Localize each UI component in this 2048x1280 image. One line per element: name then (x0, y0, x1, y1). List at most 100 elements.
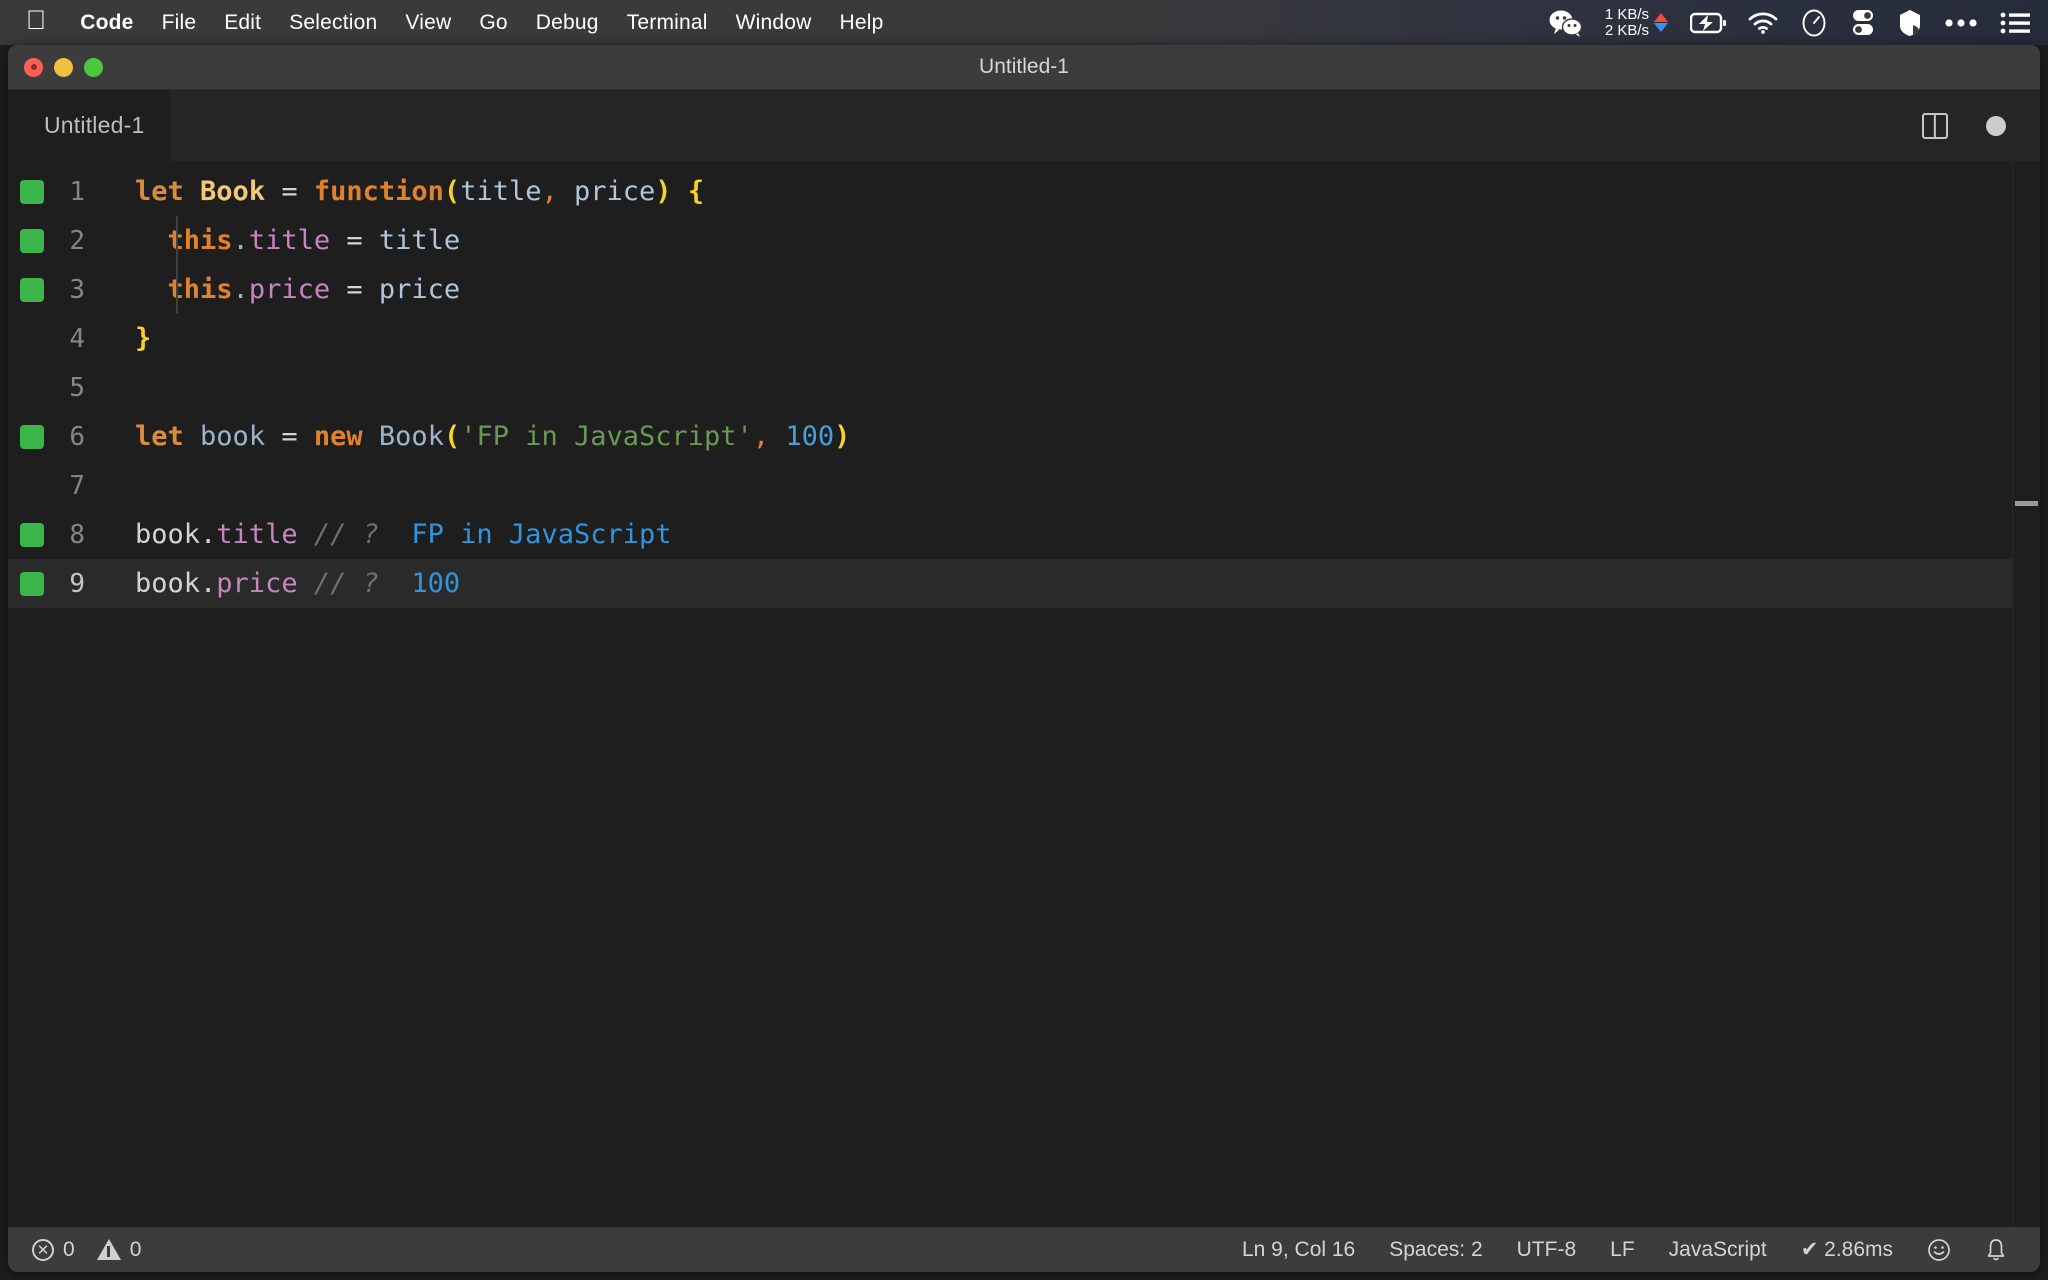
control-center-icon[interactable] (1850, 9, 1876, 37)
problems-warnings[interactable]: 0 (96, 1237, 142, 1262)
close-button[interactable] (24, 57, 43, 77)
ellipsis-icon[interactable] (1944, 18, 1978, 28)
menu-item-selection[interactable]: Selection (275, 11, 391, 35)
encoding-setting[interactable]: UTF-8 (1500, 1238, 1594, 1262)
menu-item-file[interactable]: File (148, 11, 211, 35)
code-line[interactable]: 5 (8, 363, 2040, 412)
macos-menu-bar:  CodeFileEditSelectionViewGoDebugTermin… (0, 0, 2048, 45)
cursor-position[interactable]: Ln 9, Col 16 (1225, 1238, 1372, 1262)
list-icon[interactable] (2000, 11, 2030, 35)
token: price (216, 568, 298, 599)
bell-icon[interactable] (1968, 1238, 2024, 1262)
language-mode[interactable]: JavaScript (1652, 1238, 1784, 1262)
error-circle-icon: ✕ (32, 1238, 54, 1261)
code-lines: 1 let Book = function(title, price) {2 th… (8, 161, 2040, 608)
unsaved-changes-dot[interactable] (1986, 115, 2006, 136)
tab-actions (1922, 112, 2018, 139)
code-editor[interactable]: 1 let Book = function(title, price) {2 th… (8, 161, 2040, 1227)
status-bar-right: Ln 9, Col 16 Spaces: 2 UTF-8 LF JavaScri… (1225, 1237, 2040, 1262)
token: , (752, 421, 770, 452)
gutter-change-marker[interactable] (20, 228, 44, 253)
shield-icon[interactable] (1898, 9, 1922, 37)
token: = (281, 176, 298, 207)
code-line[interactable]: 3 this.price = price (8, 265, 2040, 314)
eol-setting[interactable]: LF (1593, 1238, 1652, 1262)
problems-errors[interactable]: ✕ 0 (32, 1238, 75, 1262)
network-arrows (1654, 13, 1668, 32)
token: title (378, 225, 461, 256)
token: let (135, 176, 184, 207)
warning-count: 0 (129, 1237, 142, 1261)
token: , (541, 176, 558, 207)
indentation-setting[interactable]: Spaces: 2 (1372, 1238, 1499, 1262)
token: ( (443, 176, 461, 207)
token: // ? (313, 568, 379, 599)
token: = (281, 421, 298, 452)
code-line[interactable]: 4} (8, 314, 2040, 363)
tab-untitled-1[interactable]: Untitled-1 (8, 90, 171, 161)
indent-guide (176, 216, 178, 314)
code-line[interactable]: 7 (8, 461, 2040, 510)
status-bar-left: ✕ 0 0 (32, 1238, 141, 1262)
menu-item-help[interactable]: Help (826, 11, 898, 35)
smiley-icon[interactable] (1910, 1238, 1968, 1262)
token: new (313, 421, 363, 452)
status-bar: ✕ 0 0 Ln 9, Col 16 Spaces: 2 UTF-8 LF Ja… (8, 1227, 2040, 1272)
line-content: book.title // ? FP in JavaScript (113, 519, 671, 550)
token: . (200, 519, 217, 550)
gutter-change-marker[interactable] (20, 277, 44, 302)
token: 'FP in JavaScript' (460, 421, 753, 452)
token: . (232, 274, 249, 305)
minimize-button[interactable] (54, 57, 73, 77)
menu-item-view[interactable]: View (391, 11, 465, 35)
token: // ? (313, 519, 379, 550)
split-editor-icon[interactable] (1922, 112, 1948, 139)
menu-item-window[interactable]: Window (722, 11, 826, 35)
token: . (232, 225, 249, 256)
token: ) (834, 421, 851, 452)
menu-item-terminal[interactable]: Terminal (613, 11, 722, 35)
code-line[interactable]: 2 this.title = title (8, 216, 2040, 265)
error-count: 0 (63, 1237, 75, 1261)
battery-charging-icon[interactable] (1690, 12, 1726, 34)
menu-item-edit[interactable]: Edit (210, 11, 275, 35)
wifi-icon[interactable] (1748, 11, 1778, 34)
clock-icon[interactable] (1800, 9, 1828, 37)
menubar-status-tray: 1 KB/s 2 KB/s (1527, 6, 2048, 39)
wechat-icon[interactable] (1549, 9, 1583, 37)
token: ( (443, 421, 461, 452)
gutter-change-marker[interactable] (20, 522, 44, 547)
menu-item-go[interactable]: Go (465, 11, 521, 35)
line-content: let book = new Book('FP in JavaScript', … (113, 421, 850, 452)
code-line[interactable]: 6 let book = new Book('FP in JavaScript',… (8, 412, 2040, 461)
menu-item-code[interactable]: Code (66, 11, 147, 35)
gutter-change-marker[interactable] (20, 179, 44, 204)
overview-ruler[interactable] (2012, 161, 2040, 1227)
code-line[interactable]: 9 book.price // ? 100 (8, 559, 2040, 608)
gutter-change-marker[interactable] (20, 571, 44, 596)
token: price (248, 274, 331, 305)
token: book (200, 421, 266, 452)
code-line[interactable]: 8 book.title // ? FP in JavaScript (8, 510, 2040, 559)
menu-item-debug[interactable]: Debug (522, 11, 613, 35)
ruler-cursor-mark (2015, 501, 2038, 506)
token: title (248, 225, 331, 256)
gutter-change-marker[interactable] (20, 424, 44, 449)
zoom-button[interactable] (84, 57, 103, 77)
run-time-indicator[interactable]: ✔ 2.86ms (1784, 1237, 1910, 1262)
apple-logo-icon[interactable]:  (26, 7, 46, 34)
token: 100 (411, 568, 461, 599)
token: } (135, 323, 152, 354)
code-line[interactable]: 1 let Book = function(title, price) { (8, 167, 2040, 216)
